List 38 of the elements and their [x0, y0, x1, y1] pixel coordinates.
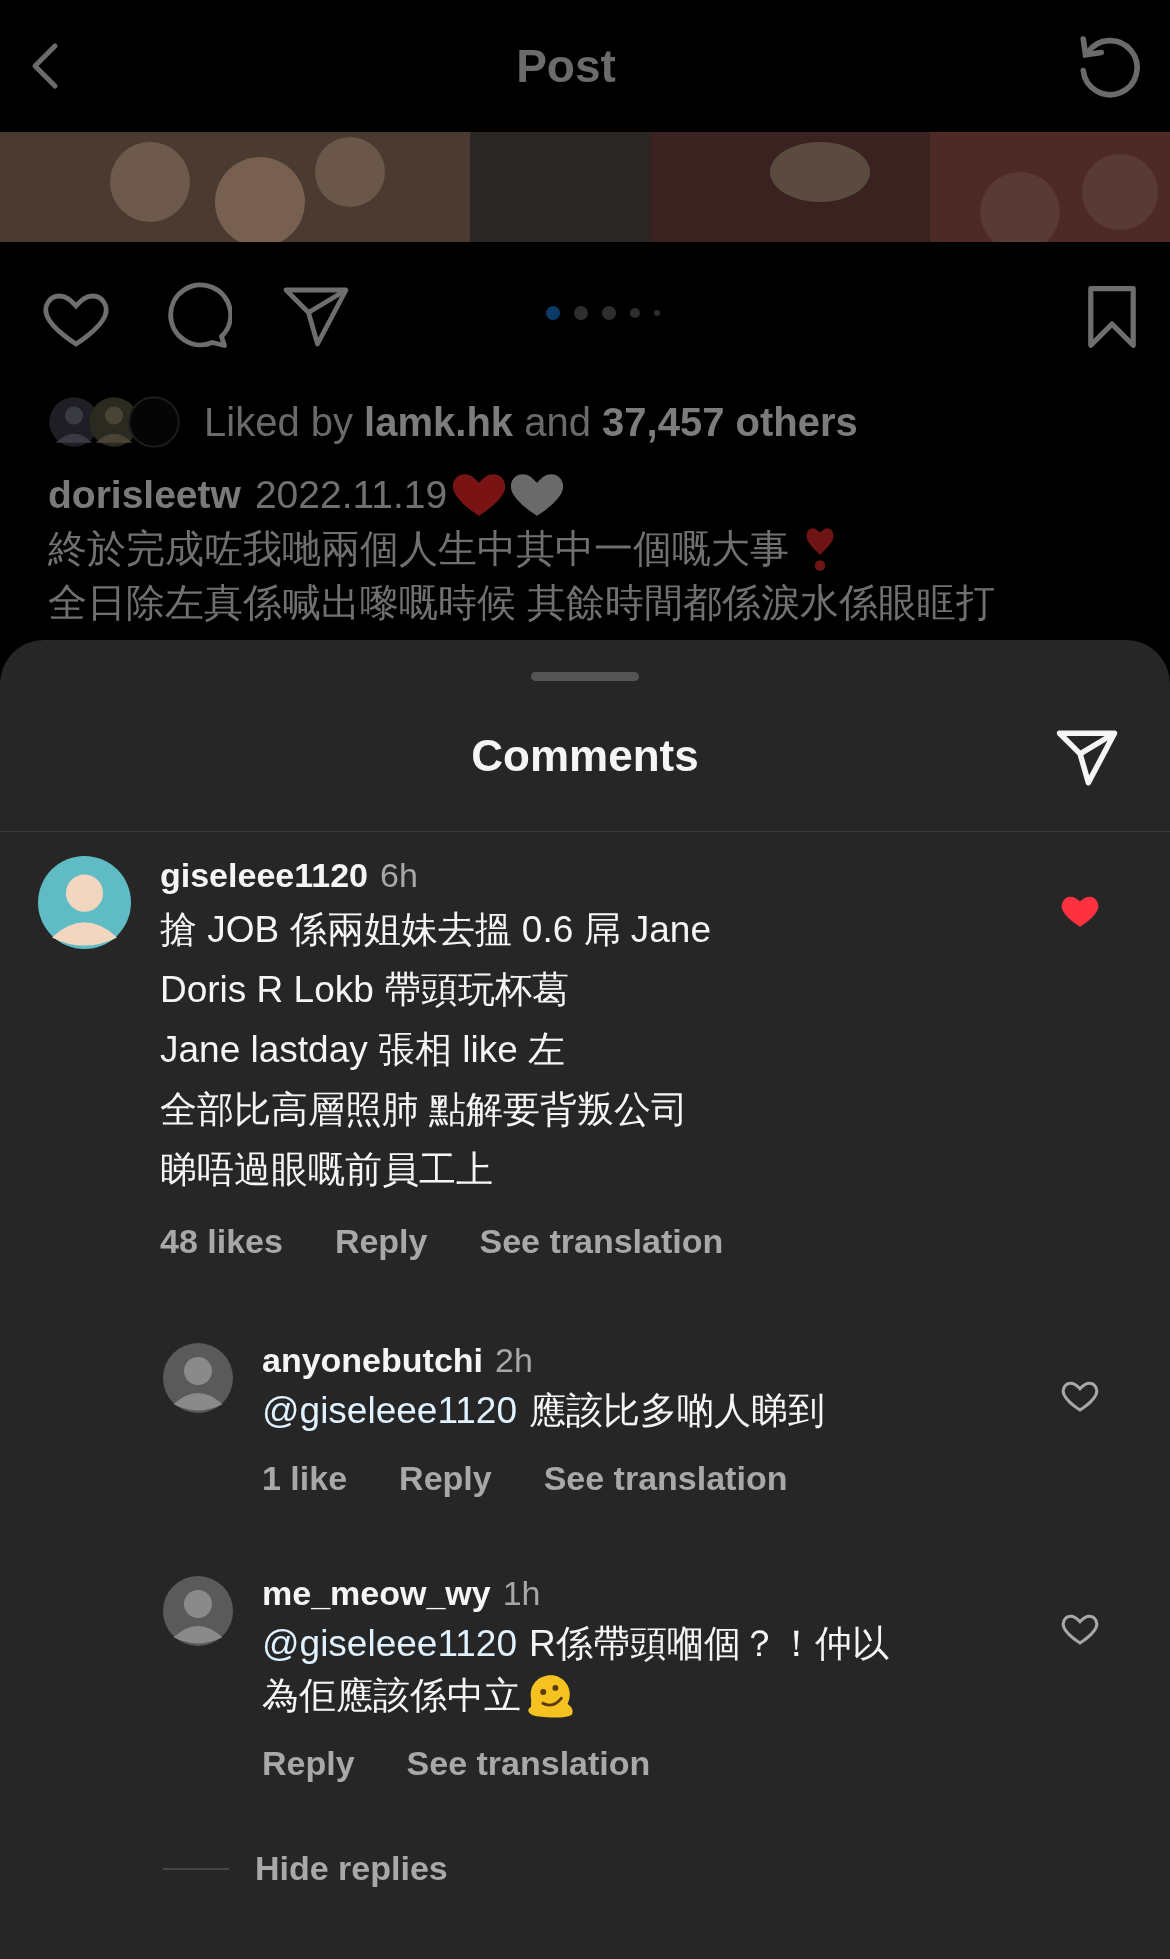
comment-text: 全部比高層照肺 點解要背叛公司 [160, 1088, 689, 1132]
caption-date: 2022.11.19 [254, 473, 448, 517]
caption-username[interactable]: dorisleetw [48, 473, 241, 517]
comment-text: Jane lastday 張相 like 左 [160, 1028, 566, 1072]
caption-text: 終於完成咗我哋兩個人生中其中一個嘅大事 [48, 526, 789, 572]
heart-exclamation-icon [805, 525, 835, 573]
comment-text: 搶 JOB 係兩姐妹去搵 0.6 屌 Jane [160, 908, 712, 952]
translation-link[interactable]: See translation [479, 1222, 724, 1261]
comment-time: 6h [379, 856, 418, 895]
like-count[interactable]: 1 like [262, 1459, 348, 1498]
avatar-icon[interactable] [163, 1343, 233, 1413]
comment-username[interactable]: me_meow_wy [262, 1574, 491, 1613]
likes-summary[interactable]: Liked by lamk.hk and 37,457 others [204, 399, 858, 445]
translation-link[interactable]: See translation [406, 1744, 651, 1783]
hide-replies-link[interactable]: Hide replies [255, 1849, 448, 1888]
comment-username[interactable]: giseleee1120 [160, 856, 368, 895]
translation-link[interactable]: See translation [543, 1459, 788, 1498]
comment-text: Doris R Lokb 帶頭玩杯葛 [160, 968, 570, 1012]
sheet-title: Comments [471, 731, 699, 781]
comment-text: 為佢應該係中立 [262, 1674, 521, 1718]
comment-text: 睇唔過眼嘅前員工上 [160, 1148, 493, 1192]
caption-text: 全日除左真係喊出嚟嘅時候 其餘時間都係淚水係眼眶打 [48, 580, 995, 626]
comment-username[interactable]: anyonebutchi [262, 1341, 484, 1380]
comment-time: 1h [502, 1574, 541, 1613]
mention-link[interactable]: @giseleee1120 [262, 1623, 517, 1665]
comment-time: 2h [495, 1341, 533, 1380]
drag-handle[interactable] [531, 672, 639, 681]
avatar-icon [128, 396, 180, 448]
comment-text: R係帶頭嗰個？！仲以 [528, 1622, 889, 1666]
reply-link[interactable]: Reply [334, 1222, 428, 1261]
reply-link[interactable]: Reply [399, 1459, 492, 1498]
comment-text: 應該比多啲人睇到 [528, 1389, 825, 1433]
like-count[interactable]: 48 likes [160, 1222, 283, 1261]
reply-link[interactable]: Reply [262, 1744, 355, 1783]
avatar-icon[interactable] [38, 856, 131, 949]
avatar-icon[interactable] [163, 1576, 233, 1646]
page-title: Post [516, 39, 616, 93]
mention-link[interactable]: @giseleee1120 [262, 1390, 517, 1432]
